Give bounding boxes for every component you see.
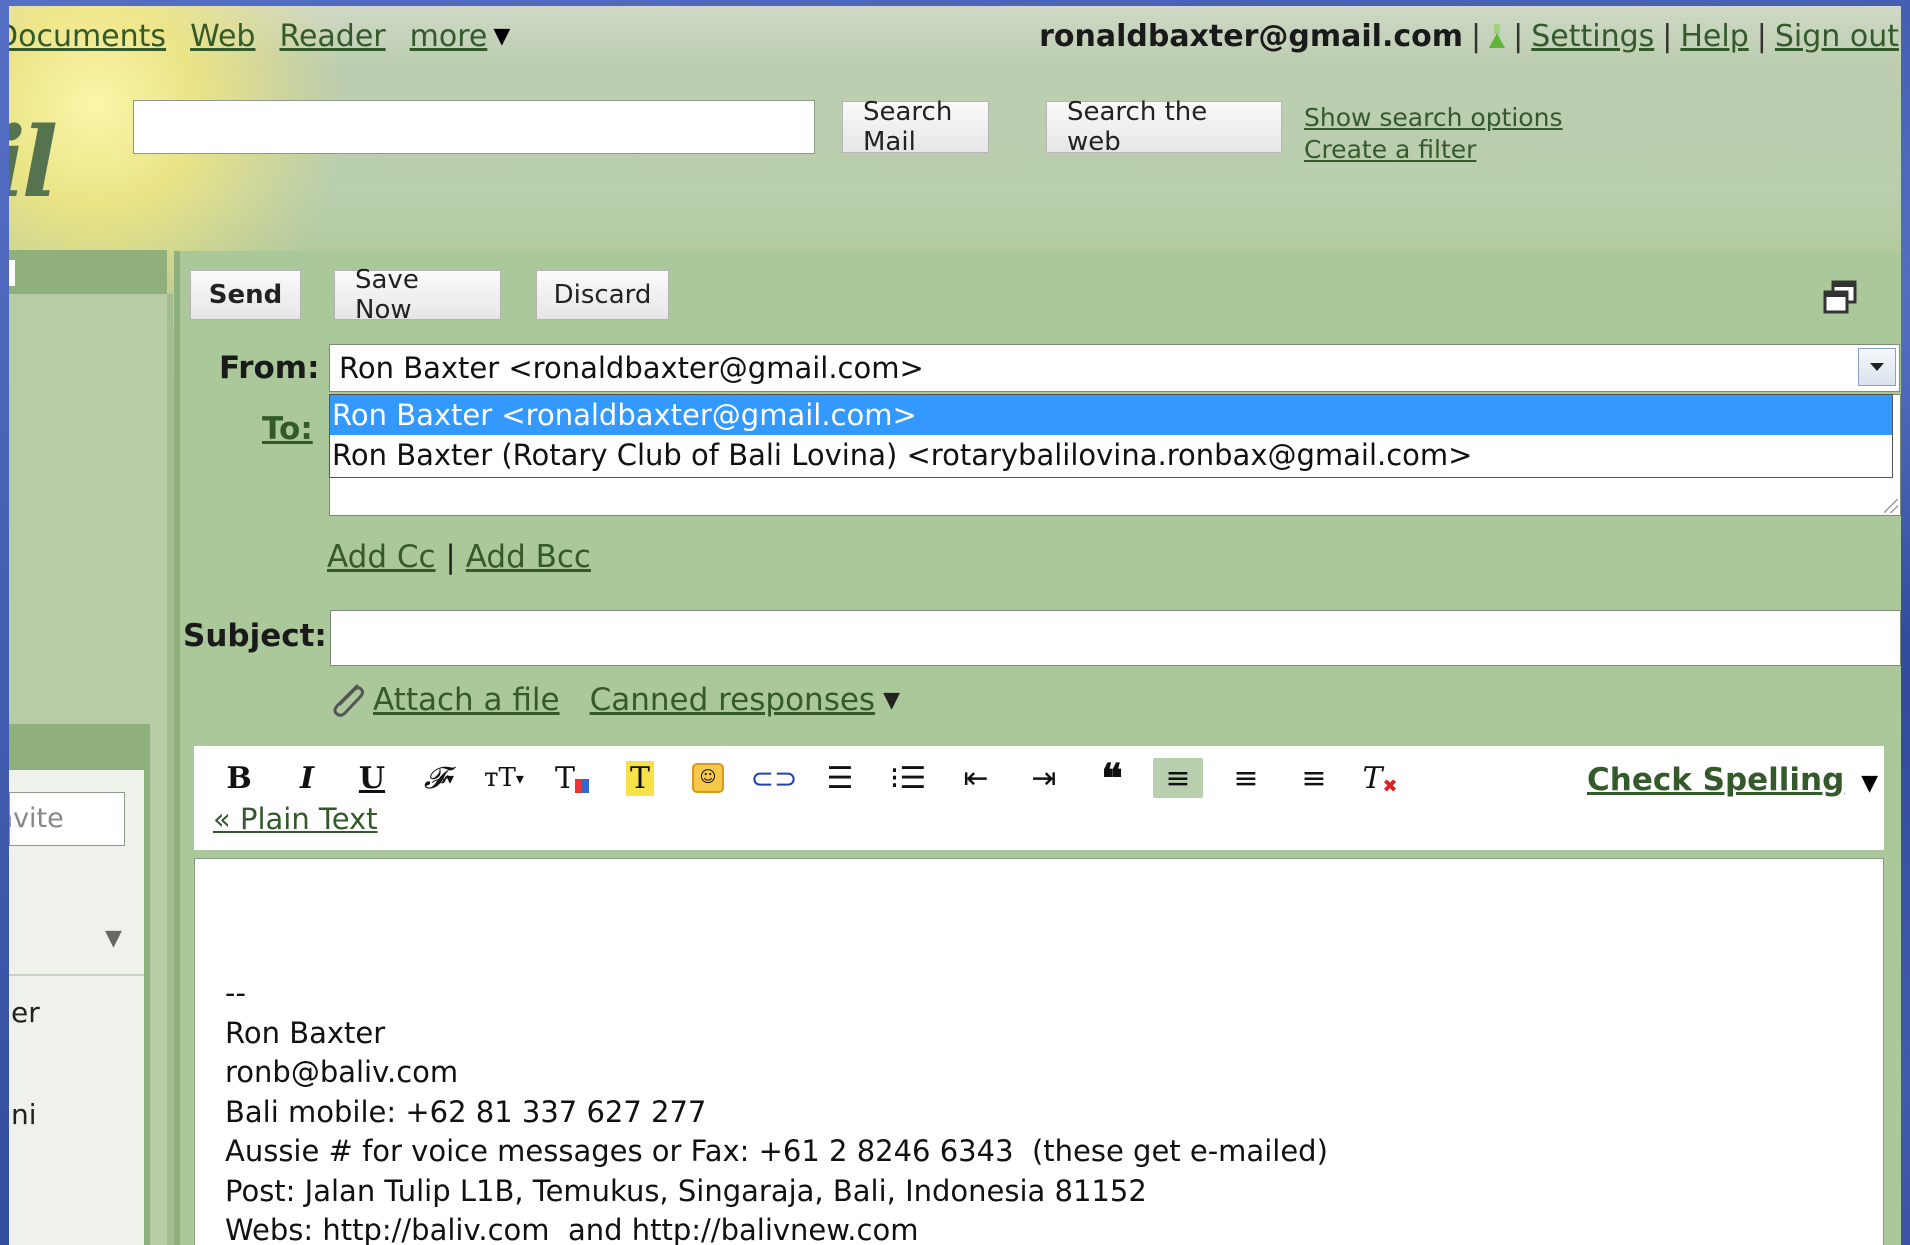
contact-item[interactable]: ni <box>11 1098 37 1131</box>
gmail-logo[interactable]: ail <box>9 106 124 219</box>
text-color-icon[interactable]: T <box>547 758 597 798</box>
bold-icon[interactable]: B <box>214 758 264 798</box>
signature-line: Post: Jalan Tulip L1B, Temukus, Singaraj… <box>225 1173 1147 1208</box>
paperclip-icon <box>333 684 364 717</box>
sidebar-compose-tab[interactable] <box>9 250 167 294</box>
signature-line: Webs: http://baliv.com and http://balivn… <box>225 1213 919 1245</box>
from-select[interactable]: Ron Baxter <ronaldbaxter@gmail.com> <box>329 344 1900 392</box>
labs-flask-icon[interactable] <box>1489 24 1506 48</box>
search-links: Show search options Create a filter <box>1304 102 1562 166</box>
sign-out-link[interactable]: Sign out <box>1775 19 1899 54</box>
chevron-down-icon[interactable]: ▼ <box>1861 771 1878 796</box>
save-now-button[interactable]: Save Now <box>334 265 501 325</box>
attach-row: Attach a file Canned responses ▼ <box>327 678 900 722</box>
from-label: From: <box>219 350 320 386</box>
nav-more-label: more <box>409 18 488 54</box>
nav-documents[interactable]: Documents <box>9 19 166 54</box>
chevron-down-icon[interactable]: ▼ <box>493 24 510 49</box>
search-web-button[interactable]: Search the web <box>1046 97 1282 157</box>
signature-line: Aussie # for voice messages or Fax: +61 … <box>225 1134 1328 1168</box>
check-spelling: Check Spelling ▼ <box>1587 762 1878 798</box>
font-icon[interactable]: 𝓕 ▾ <box>414 758 464 798</box>
to-link[interactable]: To: <box>262 411 313 447</box>
align-left-icon[interactable]: ≡ <box>1153 758 1203 798</box>
create-filter-link[interactable]: Create a filter <box>1304 134 1562 166</box>
invite-placeholder: Invite <box>9 803 64 834</box>
remove-formatting-icon[interactable]: T ✖ <box>1355 758 1405 798</box>
chat-panel-header <box>9 724 144 770</box>
separator: | <box>1471 18 1482 54</box>
separator: | <box>445 539 466 575</box>
contact-item[interactable]: er <box>11 996 40 1029</box>
quote-icon[interactable]: ❝ <box>1087 755 1137 802</box>
signature-line: Bali mobile: +62 81 337 627 277 <box>225 1094 707 1129</box>
check-spelling-link[interactable]: Check Spelling <box>1587 762 1844 798</box>
highlight-icon[interactable]: T <box>615 758 665 798</box>
search-input[interactable] <box>133 100 815 154</box>
from-option[interactable]: Ron Baxter (Rotary Club of Bali Lovina) … <box>330 435 1892 475</box>
indent-icon[interactable]: ⇥ <box>1019 758 1069 798</box>
align-center-icon[interactable]: ≡ <box>1221 758 1271 798</box>
canned-responses-link[interactable]: Canned responses <box>590 682 876 718</box>
add-cc-link[interactable]: Add Cc <box>327 539 436 575</box>
from-selected-value: Ron Baxter <ronaldbaxter@gmail.com> <box>339 351 924 385</box>
account-email: ronaldbaxter@gmail.com <box>1039 18 1463 54</box>
from-dropdown-list: Ron Baxter <ronaldbaxter@gmail.com> Ron … <box>329 394 1893 478</box>
subject-label: Subject: <box>183 618 327 654</box>
settings-link[interactable]: Settings <box>1531 19 1654 54</box>
user-nav: ronaldbaxter@gmail.com | | Settings | He… <box>1039 16 1899 56</box>
dropdown-arrow-icon[interactable] <box>1858 348 1896 386</box>
discard-button[interactable]: Discard <box>536 270 669 320</box>
italic-icon[interactable]: I <box>282 758 332 798</box>
add-bcc-link[interactable]: Add Bcc <box>466 539 591 575</box>
sidebar-tab-marker <box>9 260 15 286</box>
link-icon[interactable]: ⊂⊃ <box>749 758 799 798</box>
align-right-icon[interactable]: ≡ <box>1289 758 1339 798</box>
nav-web[interactable]: Web <box>190 19 255 54</box>
bulleted-list-icon[interactable]: ⁝☰ <box>883 758 933 798</box>
signature-line: ronb@baliv.com <box>225 1055 459 1089</box>
nav-more[interactable]: more <box>410 19 488 54</box>
attach-file-link[interactable]: Attach a file <box>373 682 560 718</box>
search-mail-button[interactable]: Search Mail <box>842 97 989 157</box>
outdent-icon[interactable]: ⇤ <box>951 758 1001 798</box>
help-link[interactable]: Help <box>1680 19 1748 54</box>
popout-icon[interactable] <box>1821 278 1859 316</box>
signature-line: Ron Baxter <box>225 1015 386 1050</box>
divider <box>9 974 144 976</box>
invite-input[interactable]: Invite <box>9 792 125 846</box>
chevron-down-icon[interactable]: ▼ <box>105 926 122 951</box>
resize-grip[interactable] <box>1884 499 1898 513</box>
gmail-canvas: Documents Web Reader more ▼ ronaldbaxter… <box>9 6 1901 1245</box>
subject-input[interactable] <box>330 610 1901 666</box>
underline-icon[interactable]: U <box>347 758 397 798</box>
top-nav: Documents Web Reader more ▼ <box>9 16 510 56</box>
separator: | <box>1513 18 1524 54</box>
separator: | <box>1756 18 1767 54</box>
emoticon-icon[interactable]: ☺ <box>683 758 733 798</box>
from-option[interactable]: Ron Baxter <ronaldbaxter@gmail.com> <box>330 395 1892 435</box>
chevron-down-icon[interactable]: ▼ <box>883 688 900 713</box>
separator: | <box>1662 18 1673 54</box>
signature-separator: -- <box>225 976 246 1010</box>
font-size-icon[interactable]: тT ▾ <box>479 758 529 798</box>
show-search-options-link[interactable]: Show search options <box>1304 102 1562 134</box>
cc-bcc-links: Add Cc | Add Bcc <box>327 539 591 575</box>
numbered-list-icon[interactable]: ☰ <box>815 758 865 798</box>
plain-text-link[interactable]: « Plain Text <box>213 802 378 836</box>
signature: -- Ron Baxter ronb@baliv.com Bali mobile: +… <box>225 974 1328 1245</box>
logo-text: ail <box>9 106 58 219</box>
nav-reader[interactable]: Reader <box>279 19 385 54</box>
send-button[interactable]: Send <box>190 270 301 320</box>
